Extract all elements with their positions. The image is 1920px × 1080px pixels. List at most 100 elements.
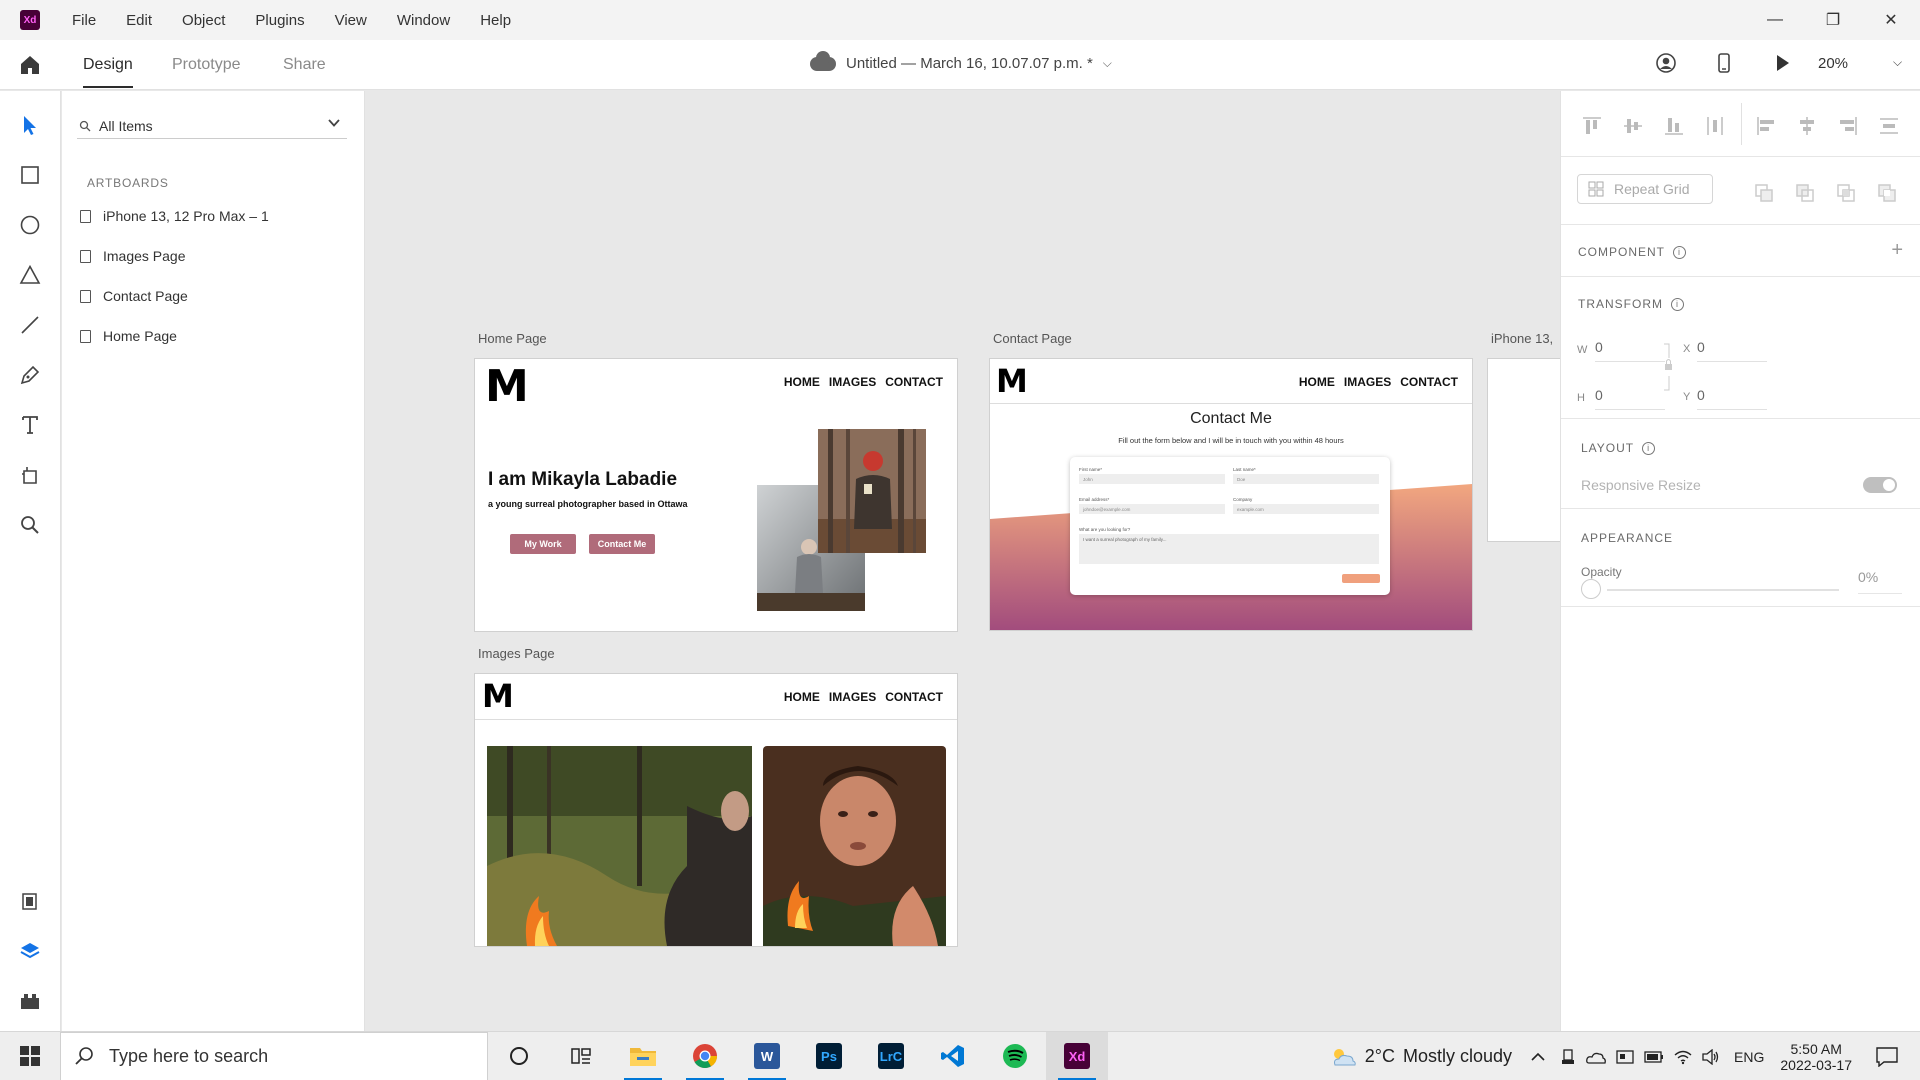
action-center-icon[interactable] <box>1876 1046 1898 1067</box>
form-textarea: I want a surreal photograph of my family… <box>1079 534 1379 564</box>
ellipse-icon[interactable] <box>18 213 42 237</box>
plugins-icon[interactable] <box>18 989 42 1013</box>
weather-description[interactable]: Mostly cloudy <box>1403 1046 1512 1067</box>
menu-window[interactable]: Window <box>397 12 450 29</box>
weather-temperature[interactable]: 2°C <box>1365 1046 1395 1067</box>
tab-prototype[interactable]: Prototype <box>172 56 240 74</box>
restore-button[interactable]: ❐ <box>1804 0 1862 40</box>
distribute-horizontal-icon[interactable] <box>1704 115 1726 137</box>
artboard-contact[interactable]: M HOME IMAGES CONTACT Contact Me Fill ou… <box>990 359 1472 630</box>
add-component-plus-icon[interactable]: + <box>1891 239 1903 262</box>
layer-artboard-contact[interactable]: Contact Page <box>80 286 188 306</box>
line-icon[interactable] <box>18 313 42 337</box>
taskbar-app-cortana[interactable] <box>488 1032 550 1080</box>
distribute-vertical-icon[interactable] <box>1878 115 1900 137</box>
tab-design[interactable]: Design <box>83 56 133 88</box>
align-center-icon[interactable] <box>1796 115 1818 137</box>
tab-share[interactable]: Share <box>283 56 326 74</box>
info-icon[interactable]: i <box>1673 246 1686 260</box>
taskbar-app-adobe-xd[interactable]: Xd <box>1046 1031 1108 1080</box>
repeat-grid-button[interactable]: Repeat Grid <box>1577 174 1713 204</box>
close-button[interactable]: ✕ <box>1862 0 1920 40</box>
lock-aspect-icon[interactable] <box>1661 342 1675 392</box>
battery-icon[interactable] <box>1644 1050 1664 1063</box>
taskbar-app-file-explorer[interactable] <box>612 1032 674 1080</box>
height-field[interactable]: 0 <box>1595 387 1665 410</box>
align-top-icon[interactable] <box>1581 115 1603 137</box>
design-canvas[interactable]: Home Page M HOME IMAGES CONTACT I am Mik… <box>366 91 1560 1031</box>
menu-view[interactable]: View <box>335 12 367 29</box>
width-field[interactable]: 0 <box>1595 339 1665 362</box>
start-button[interactable] <box>0 1032 60 1080</box>
play-icon[interactable] <box>1772 52 1792 74</box>
artboard-images[interactable]: M HOME IMAGES CONTACT <box>475 674 957 946</box>
volume-icon[interactable] <box>1702 1048 1720 1065</box>
artboard-label-images[interactable]: Images Page <box>478 646 555 661</box>
device-preview-icon[interactable] <box>1714 52 1734 74</box>
taskbar-clock[interactable]: 5:50 AM 2022-03-17 <box>1780 1041 1852 1073</box>
taskbar-app-chrome[interactable] <box>674 1032 736 1080</box>
opacity-slider-handle[interactable] <box>1581 579 1601 599</box>
layer-artboard-images[interactable]: Images Page <box>80 246 186 266</box>
rectangle-icon[interactable] <box>18 163 42 187</box>
pen-icon[interactable] <box>18 363 42 387</box>
wifi-icon[interactable] <box>1674 1049 1692 1065</box>
layer-artboard-home[interactable]: Home Page <box>80 326 177 346</box>
document-title[interactable]: Untitled — March 16, 10.07.07 p.m. * ⌵ <box>810 50 1112 72</box>
layers-icon[interactable] <box>18 939 42 963</box>
input-language[interactable]: ENG <box>1734 1049 1764 1065</box>
zoom-icon[interactable] <box>18 513 42 537</box>
boolean-add-icon[interactable] <box>1754 183 1774 203</box>
align-left-icon[interactable] <box>1755 115 1777 137</box>
layers-filter-dropdown[interactable]: All Items <box>77 113 347 139</box>
menu-edit[interactable]: Edit <box>126 12 152 29</box>
taskbar-app-vscode[interactable] <box>922 1032 984 1080</box>
align-bottom-icon[interactable] <box>1663 115 1685 137</box>
menu-plugins[interactable]: Plugins <box>255 12 304 29</box>
share-user-icon[interactable] <box>1655 52 1677 74</box>
taskbar-app-spotify[interactable] <box>984 1032 1046 1080</box>
repeat-grid-section: Repeat Grid <box>1561 157 1920 225</box>
artboard-home[interactable]: M HOME IMAGES CONTACT I am Mikayla Labad… <box>475 359 957 631</box>
y-field[interactable]: 0 <box>1697 387 1767 410</box>
assets-icon[interactable] <box>18 889 42 913</box>
taskbar-search-box[interactable]: Type here to search <box>60 1031 488 1080</box>
info-icon[interactable]: i <box>1671 298 1684 312</box>
opacity-field[interactable]: 0% <box>1858 569 1902 594</box>
onedrive-cloud-icon[interactable] <box>1586 1050 1606 1064</box>
layer-artboard-iphone[interactable]: iPhone 13, 12 Pro Max – 1 <box>80 206 269 226</box>
menu-object[interactable]: Object <box>182 12 225 29</box>
text-icon[interactable] <box>18 413 42 437</box>
align-middle-icon[interactable] <box>1622 115 1644 137</box>
tray-overflow-chevron-icon[interactable] <box>1530 1049 1546 1065</box>
artboard-icon[interactable] <box>18 463 42 487</box>
weather-cloudy-icon[interactable] <box>1329 1046 1357 1068</box>
align-right-icon[interactable] <box>1837 115 1859 137</box>
artboard-iphone[interactable] <box>1488 359 1560 541</box>
info-icon[interactable]: i <box>1642 442 1656 456</box>
boolean-exclude-icon[interactable] <box>1877 183 1897 203</box>
taskbar-app-task-view[interactable] <box>550 1032 612 1080</box>
x-field[interactable]: 0 <box>1697 339 1767 362</box>
notification-device-icon[interactable] <box>1616 1049 1634 1065</box>
opacity-slider-track[interactable] <box>1607 589 1839 591</box>
taskbar-app-word[interactable]: W <box>736 1032 798 1080</box>
menu-help[interactable]: Help <box>480 12 511 29</box>
boolean-subtract-icon[interactable] <box>1795 183 1815 203</box>
boolean-intersect-icon[interactable] <box>1836 183 1856 203</box>
nav-contact: CONTACT <box>1400 375 1458 389</box>
triangle-icon[interactable] <box>18 263 42 287</box>
taskbar-app-photoshop[interactable]: Ps <box>798 1032 860 1080</box>
artboard-label-contact[interactable]: Contact Page <box>993 331 1072 346</box>
zoom-chevron-icon[interactable]: ⌵ <box>1893 55 1902 70</box>
artboard-label-home[interactable]: Home Page <box>478 331 547 346</box>
menu-file[interactable]: File <box>72 12 96 29</box>
taskbar-app-lightroom[interactable]: LrC <box>860 1032 922 1080</box>
usb-device-icon[interactable] <box>1560 1048 1576 1066</box>
minimize-button[interactable]: — <box>1746 0 1804 40</box>
select-icon[interactable] <box>18 113 42 137</box>
zoom-level[interactable]: 20% <box>1818 55 1848 72</box>
artboard-label-iphone[interactable]: iPhone 13, <box>1491 331 1553 346</box>
home-icon[interactable] <box>18 53 42 77</box>
responsive-resize-toggle[interactable] <box>1863 477 1897 493</box>
